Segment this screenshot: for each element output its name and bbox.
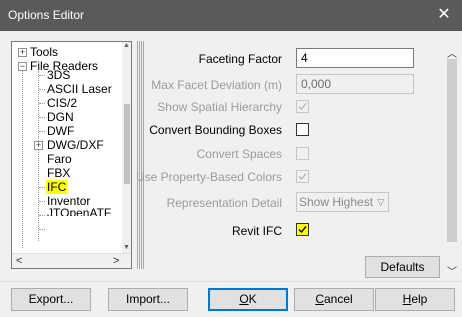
- convert-spaces-label: Convert Spaces: [196, 147, 282, 161]
- help-label-rest: elp: [411, 292, 428, 306]
- tree-connector: [39, 117, 45, 118]
- tree-item-tools[interactable]: Tools: [30, 45, 58, 59]
- tree-item-faro[interactable]: Faro: [47, 152, 72, 166]
- help-button[interactable]: Help: [375, 288, 455, 311]
- tree-horizontal-scrollbar[interactable]: < >: [12, 253, 131, 268]
- use-property-colors-checkbox: [296, 170, 309, 183]
- faceting-factor-input[interactable]: 4: [296, 48, 414, 68]
- expand-icon[interactable]: +: [18, 48, 27, 57]
- tree-connector: [22, 64, 23, 248]
- tree-item-cis2[interactable]: CIS/2: [47, 96, 77, 110]
- check-icon: [298, 103, 307, 110]
- scroll-left-icon[interactable]: <: [16, 254, 22, 268]
- convert-bounding-boxes-label: Convert Bounding Boxes: [149, 123, 282, 137]
- tree-item-ascii-laser[interactable]: ASCII Laser: [47, 82, 112, 96]
- tree-item-jtopenatf[interactable]: JTOpenATF: [47, 206, 111, 216]
- tree-connector: [39, 187, 45, 188]
- scroll-down-icon[interactable]: ﹀: [447, 263, 457, 278]
- tree-connector: [39, 215, 45, 216]
- footer-separator: [0, 281, 462, 282]
- scroll-up-icon[interactable]: ▲: [123, 42, 130, 49]
- scroll-right-icon[interactable]: >: [113, 254, 119, 268]
- tree-connector: [39, 103, 45, 104]
- cancel-label-rest: ancel: [323, 292, 353, 306]
- show-spatial-hierarchy-checkbox: [296, 100, 309, 113]
- tree-vertical-scrollbar[interactable]: ▲ ▼: [122, 42, 131, 254]
- tree-item-ifc[interactable]: IFC: [46, 180, 68, 194]
- use-property-colors-label: Use Property-Based Colors: [135, 170, 282, 184]
- properties-scroll-thumb[interactable]: [447, 59, 457, 242]
- cancel-button[interactable]: Cancel: [294, 288, 374, 311]
- check-icon: [298, 173, 307, 180]
- defaults-button[interactable]: Defaults: [365, 256, 440, 278]
- tree-connector: [39, 201, 45, 202]
- properties-panel: Faceting Factor 4 Max Facet Deviation (m…: [136, 41, 442, 281]
- representation-detail-value: Show Highest: [299, 195, 374, 209]
- window-title: Options Editor: [8, 8, 85, 22]
- representation-detail-label: Representation Detail: [166, 196, 282, 210]
- collapse-icon[interactable]: −: [18, 62, 27, 71]
- show-spatial-hierarchy-label: Show Spatial Hierarchy: [157, 100, 282, 114]
- chevron-down-icon: ▽: [377, 197, 384, 207]
- properties-vertical-scrollbar[interactable]: ︿ ﹀: [444, 41, 460, 281]
- cancel-access-key: C: [315, 292, 324, 306]
- tree-scroll-thumb[interactable]: [124, 104, 130, 184]
- options-editor-window: Options Editor ✕ + Tools − File Readers …: [0, 0, 462, 317]
- expand-icon[interactable]: +: [34, 141, 43, 150]
- title-bar: Options Editor ✕: [0, 0, 462, 31]
- export-button[interactable]: Export...: [11, 288, 91, 311]
- ok-button[interactable]: OK: [208, 288, 288, 311]
- tree-item-fbx[interactable]: FBX: [47, 166, 70, 180]
- close-icon[interactable]: ✕: [426, 0, 462, 31]
- max-facet-deviation-label: Max Facet Deviation (m): [151, 78, 282, 92]
- tree-item-dwg-dxf[interactable]: DWG/DXF: [47, 138, 104, 152]
- tree-item-dwf[interactable]: DWF: [47, 124, 74, 138]
- representation-detail-select: Show Highest ▽: [296, 192, 389, 212]
- revit-ifc-checkbox[interactable]: [296, 223, 309, 236]
- tree-item-dgn[interactable]: DGN: [47, 110, 74, 124]
- faceting-factor-label: Faceting Factor: [198, 52, 282, 66]
- tree-connector: [39, 89, 45, 90]
- scroll-up-icon[interactable]: ︿: [447, 45, 457, 60]
- revit-ifc-label: Revit IFC: [231, 224, 282, 238]
- tree-connector: [39, 229, 45, 230]
- tree-connector: [39, 75, 45, 76]
- tree-item-3ds[interactable]: 3DS: [47, 68, 70, 82]
- ok-access-key: O: [239, 292, 249, 306]
- ok-label-rest: K: [248, 292, 257, 306]
- scroll-down-icon[interactable]: ▼: [123, 244, 130, 251]
- convert-bounding-boxes-checkbox[interactable]: [296, 123, 309, 136]
- panel-splitter[interactable]: [137, 41, 145, 269]
- import-button[interactable]: Import...: [108, 288, 188, 311]
- tree-connector: [39, 131, 45, 132]
- convert-spaces-checkbox: [296, 147, 309, 160]
- check-icon: [298, 226, 307, 234]
- max-facet-deviation-input: 0,000: [296, 74, 414, 94]
- options-tree[interactable]: + Tools − File Readers 3DS ASCII Laser C…: [11, 41, 132, 269]
